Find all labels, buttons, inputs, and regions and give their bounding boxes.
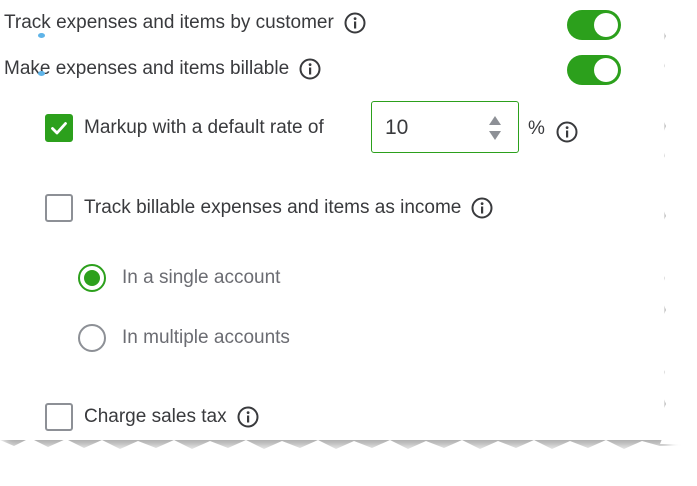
billable-toggle[interactable] bbox=[567, 55, 621, 85]
toggle-knob bbox=[594, 58, 618, 82]
billable-row: Make expenses and items billable bbox=[4, 58, 321, 80]
track-income-label: Track billable expenses and items as inc… bbox=[84, 197, 462, 218]
info-icon[interactable] bbox=[471, 197, 493, 219]
sales-tax-checkbox[interactable] bbox=[45, 403, 73, 431]
sales-tax-label: Charge sales tax bbox=[84, 406, 227, 427]
radio-dot bbox=[84, 270, 100, 286]
checkmark-icon bbox=[51, 122, 67, 135]
track-income-checkbox[interactable] bbox=[45, 194, 73, 222]
radio-multiple-accounts[interactable] bbox=[78, 324, 106, 352]
info-icon[interactable] bbox=[556, 121, 578, 143]
up-down-stepper-icon[interactable] bbox=[488, 114, 502, 142]
track-income-row: Track billable expenses and items as inc… bbox=[45, 194, 493, 222]
markup-checkbox[interactable] bbox=[45, 114, 73, 142]
info-icon[interactable] bbox=[299, 58, 321, 80]
radio-multiple-accounts-row[interactable]: In multiple accounts bbox=[78, 324, 290, 352]
markup-label: Markup with a default rate of bbox=[84, 117, 324, 138]
radio-single-account-row[interactable]: In a single account bbox=[78, 264, 280, 292]
cursor-marker bbox=[38, 71, 45, 76]
markup-row: Markup with a default rate of bbox=[45, 114, 324, 142]
settings-panel: Track expenses and items by customer Mak… bbox=[0, 0, 665, 440]
percent-sign: % bbox=[528, 118, 545, 139]
radio-multiple-accounts-label: In multiple accounts bbox=[122, 327, 290, 348]
sales-tax-row: Charge sales tax bbox=[45, 403, 259, 431]
radio-single-account-label: In a single account bbox=[122, 267, 281, 288]
track-expenses-toggle[interactable] bbox=[567, 10, 621, 40]
radio-single-account[interactable] bbox=[78, 264, 106, 292]
info-icon[interactable] bbox=[237, 406, 259, 428]
markup-rate-value: 10 bbox=[385, 116, 409, 139]
track-expenses-label: Track expenses and items by customer bbox=[4, 12, 334, 33]
track-expenses-row: Track expenses and items by customer bbox=[4, 12, 366, 34]
toggle-knob bbox=[594, 13, 618, 37]
markup-rate-input[interactable]: 10 bbox=[371, 101, 519, 153]
billable-label: Make expenses and items billable bbox=[4, 58, 290, 79]
cursor-marker bbox=[38, 33, 45, 38]
info-icon[interactable] bbox=[344, 12, 366, 34]
